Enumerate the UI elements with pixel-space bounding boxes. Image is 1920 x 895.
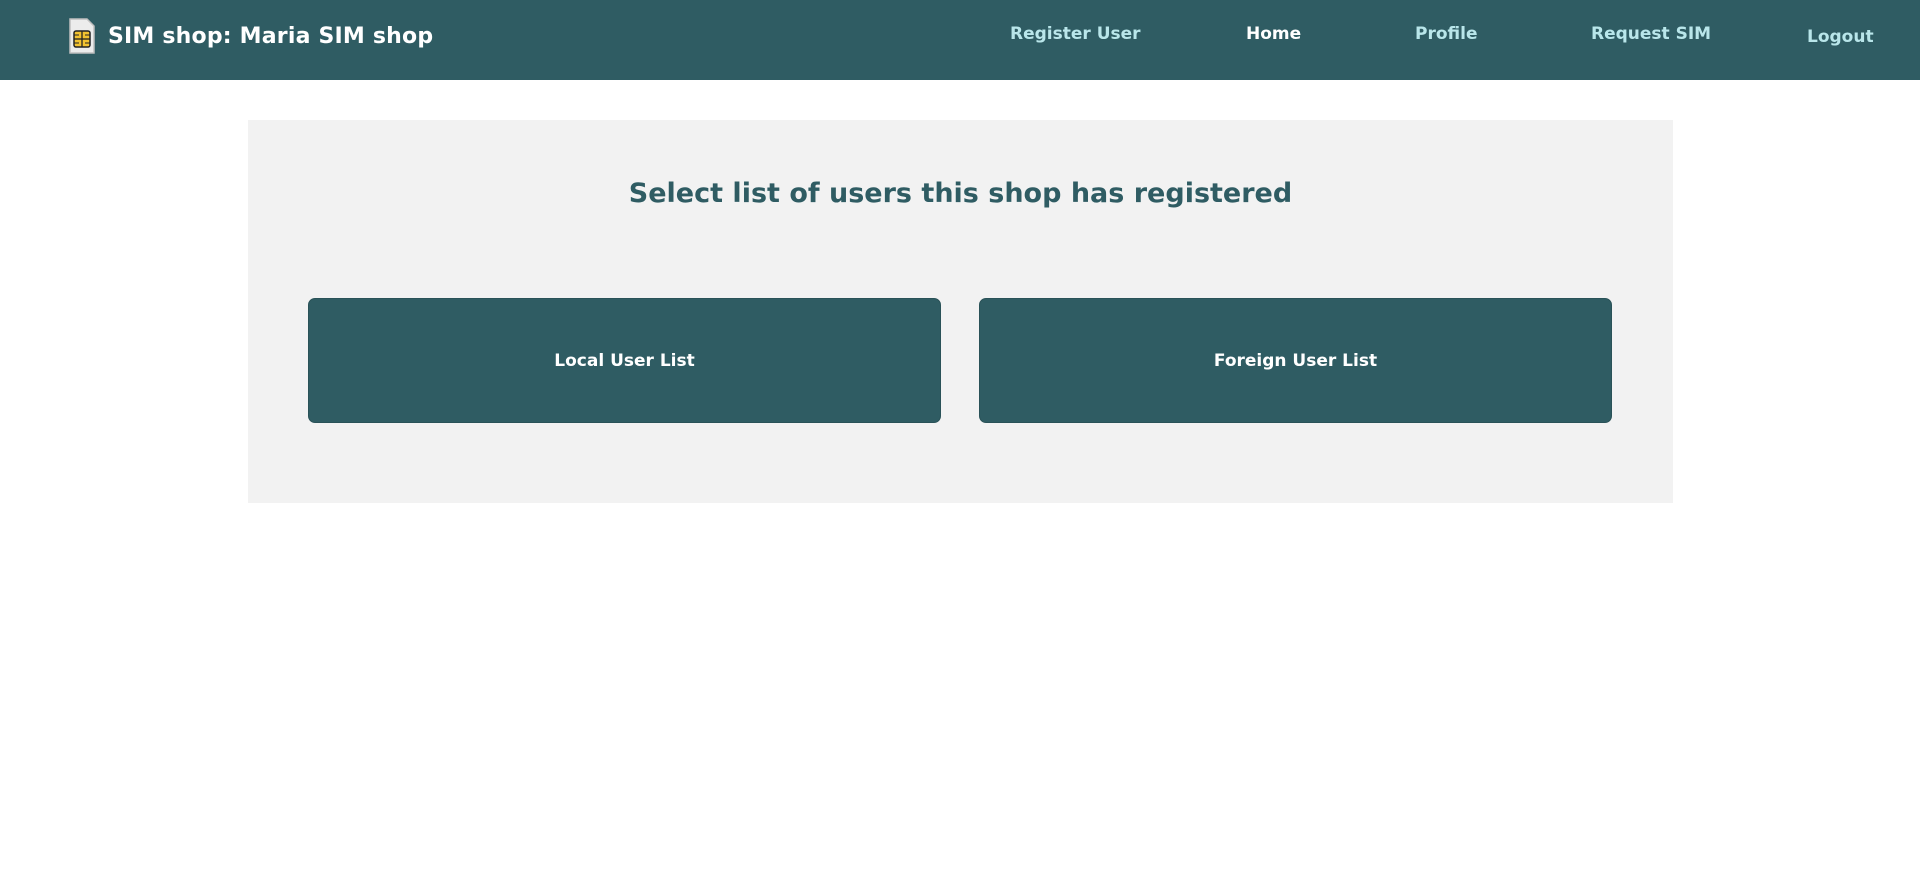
local-user-list-label: Local User List (554, 350, 695, 371)
user-list-panel: Select list of users this shop has regis… (248, 120, 1673, 503)
nav-register-user[interactable]: Register User (1010, 24, 1141, 44)
brand[interactable]: SIM shop: Maria SIM shop (68, 16, 433, 56)
foreign-user-list-label: Foreign User List (1213, 350, 1378, 371)
nav-profile[interactable]: Profile (1415, 24, 1477, 44)
nav-home[interactable]: Home (1246, 24, 1301, 44)
foreign-user-list-button[interactable]: Foreign User List (979, 298, 1612, 423)
top-navbar: SIM shop: Maria SIM shop Register User H… (0, 0, 1920, 80)
local-user-list-button[interactable]: Local User List (308, 298, 941, 423)
page-heading: Select list of users this shop has regis… (628, 178, 1293, 209)
shop-title: SIM shop: Maria SIM shop (108, 23, 434, 49)
sim-card-icon (68, 17, 96, 55)
nav-request-sim[interactable]: Request SIM (1591, 24, 1711, 44)
nav-logout[interactable]: Logout (1807, 27, 1874, 47)
